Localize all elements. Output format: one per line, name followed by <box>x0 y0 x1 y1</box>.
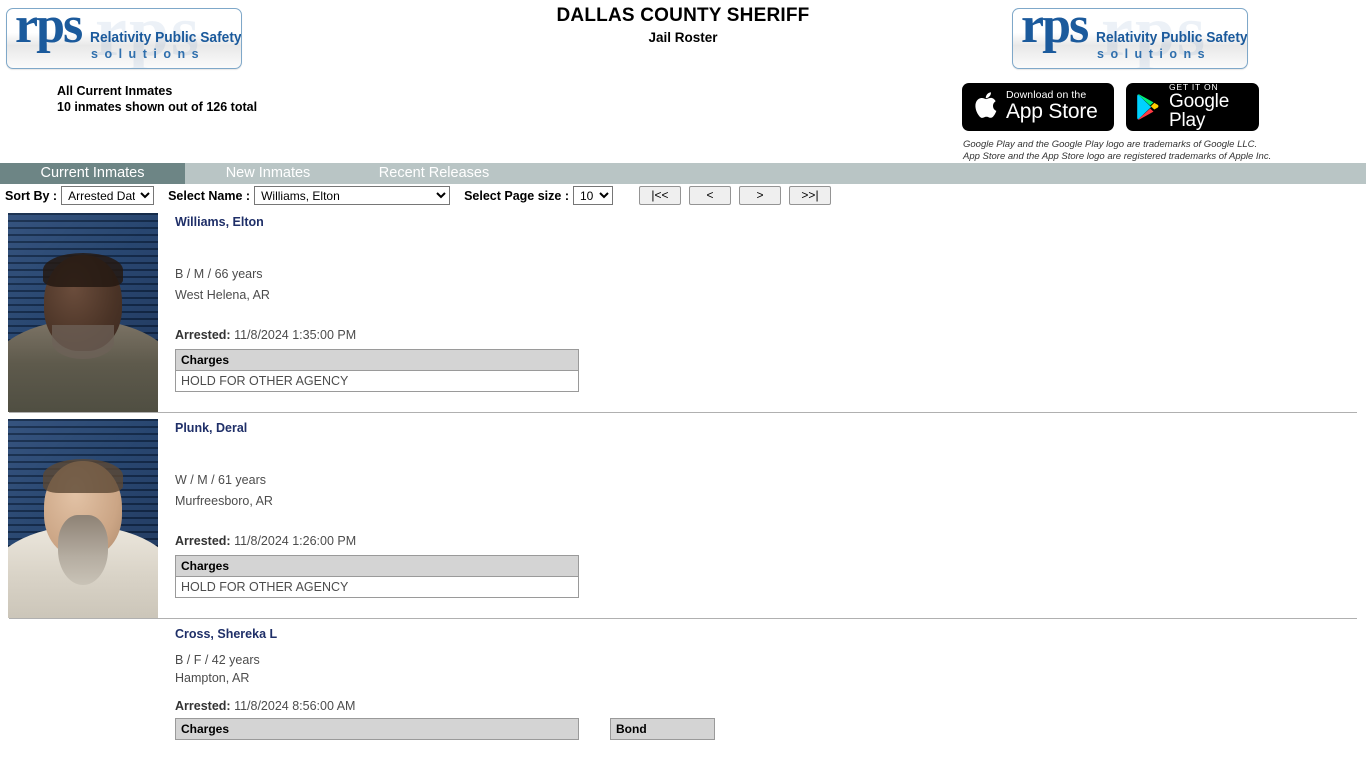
trademark-line-1: Google Play and the Google Play logo are… <box>963 139 1258 150</box>
inmate-record: Williams, Elton B / M / 66 years West He… <box>0 207 1366 412</box>
page-header: rps rps Relativity Public Safety solutio… <box>0 0 1366 163</box>
page-size-label: Select Page size : <box>464 188 569 203</box>
roster-controls: Sort By : Arrested Date Select Name : Wi… <box>0 184 1366 207</box>
next-page-button[interactable]: > <box>739 186 781 205</box>
rps-logo-right[interactable]: rps rps Relativity Public Safety solutio… <box>1012 8 1248 69</box>
select-name-label: Select Name : <box>168 188 251 203</box>
table-header-row: Charges <box>175 718 579 740</box>
arrested-value: 11/8/2024 8:56:00 AM <box>234 699 356 713</box>
charges-table: Charges <box>175 718 579 740</box>
roster-tab-bar: Current Inmates New Inmates Recent Relea… <box>0 163 1366 184</box>
last-page-button[interactable]: >>| <box>789 186 831 205</box>
inmate-name-link[interactable]: Williams, Elton <box>175 215 1366 229</box>
rps-tagline-secondary-left: solutions <box>91 47 206 61</box>
inmate-details: Cross, Shereka L B / F / 42 years Hampto… <box>158 619 1366 740</box>
count-line-1: All Current Inmates <box>57 84 173 98</box>
table-header-row: Charges <box>175 555 579 577</box>
bond-table: Bond <box>610 718 715 740</box>
app-store-badge-big: App Store <box>1006 100 1098 124</box>
inmate-arrested: Arrested: 11/8/2024 8:56:00 AM <box>175 699 1366 713</box>
google-play-badge[interactable]: GET IT ON Google Play <box>1126 83 1259 131</box>
tab-new-inmates[interactable]: New Inmates <box>185 163 351 184</box>
inmate-demographics: B / M / 66 years <box>175 267 263 281</box>
charges-header: Charges <box>175 555 579 577</box>
tab-recent-releases[interactable]: Recent Releases <box>351 163 517 184</box>
first-page-button[interactable]: |<< <box>639 186 681 205</box>
mugshot-hair <box>43 253 123 287</box>
inmate-city: Murfreesboro, AR <box>175 494 273 508</box>
google-play-badge-big: Google Play <box>1169 90 1230 131</box>
charge-cell: HOLD FOR OTHER AGENCY <box>175 370 579 392</box>
inmate-record: Plunk, Deral W / M / 61 years Murfreesbo… <box>0 413 1366 618</box>
sort-by-label: Sort By : <box>5 188 58 203</box>
inmate-city: West Helena, AR <box>175 288 270 302</box>
google-play-icon <box>1137 94 1159 120</box>
page-size-select[interactable]: 10 <box>573 186 613 205</box>
inmate-record: Cross, Shereka L B / F / 42 years Hampto… <box>0 619 1366 768</box>
inmate-mugshot-placeholder <box>8 625 158 768</box>
sort-by-select[interactable]: Arrested Date <box>61 186 155 205</box>
table-row: HOLD FOR OTHER AGENCY <box>175 576 579 598</box>
inmate-details: Williams, Elton B / M / 66 years West He… <box>158 207 1366 392</box>
mugshot-beard <box>58 515 108 585</box>
mugshot-beard <box>52 325 114 359</box>
app-store-badge[interactable]: Download on the App Store <box>962 83 1114 131</box>
arrested-value: 11/8/2024 1:26:00 PM <box>234 534 357 548</box>
inmate-name-link[interactable]: Plunk, Deral <box>175 421 1366 435</box>
inmate-arrested: Arrested: 11/8/2024 1:26:00 PM <box>175 534 1366 548</box>
inmate-demographics: B / F / 42 years <box>175 653 260 667</box>
inmate-name-link[interactable]: Cross, Shereka L <box>175 627 1366 641</box>
inmate-mugshot[interactable] <box>8 419 158 618</box>
inmate-mugshot[interactable] <box>8 213 158 412</box>
inmate-count-summary: All Current Inmates 10 inmates shown out… <box>57 83 257 115</box>
charges-table: Charges HOLD FOR OTHER AGENCY <box>175 349 579 392</box>
rps-tagline-secondary-right: solutions <box>1097 47 1212 61</box>
charges-header: Charges <box>175 349 579 371</box>
table-row: HOLD FOR OTHER AGENCY <box>175 370 579 392</box>
table-header-row: Charges <box>175 349 579 371</box>
rps-wordmark-right: rps <box>1021 8 1089 54</box>
apple-icon <box>975 92 997 118</box>
charge-cell: HOLD FOR OTHER AGENCY <box>175 576 579 598</box>
previous-page-button[interactable]: < <box>689 186 731 205</box>
count-line-2: 10 inmates shown out of 126 total <box>57 100 258 114</box>
trademark-line-2: App Store and the App Store logo are reg… <box>963 150 1272 162</box>
inmate-roster-list: Williams, Elton B / M / 66 years West He… <box>0 207 1366 768</box>
table-header-row: Bond <box>610 718 715 740</box>
arrested-value: 11/8/2024 1:35:00 PM <box>234 328 357 342</box>
arrested-label: Arrested: <box>175 534 231 548</box>
arrested-label: Arrested: <box>175 328 231 342</box>
rps-tagline-primary-right: Relativity Public Safety <box>1096 30 1248 46</box>
inmate-city: Hampton, AR <box>175 671 250 685</box>
inmate-details: Plunk, Deral W / M / 61 years Murfreesbo… <box>158 413 1366 598</box>
mugshot-hair <box>43 459 123 493</box>
inmate-tables: Charges HOLD FOR OTHER AGENCY <box>175 555 1366 598</box>
inmate-tables: Charges Bond <box>175 718 1366 740</box>
inmate-arrested: Arrested: 11/8/2024 1:35:00 PM <box>175 328 1366 342</box>
trademark-note: Google Play and the Google Play logo are… <box>963 139 1271 162</box>
charges-header: Charges <box>175 718 579 740</box>
select-name-dropdown[interactable]: Williams, Elton <box>254 186 451 205</box>
inmate-demographics: W / M / 61 years <box>175 473 266 487</box>
inmate-tables: Charges HOLD FOR OTHER AGENCY <box>175 349 1366 392</box>
bond-header: Bond <box>610 718 715 740</box>
charges-table: Charges HOLD FOR OTHER AGENCY <box>175 555 579 598</box>
arrested-label: Arrested: <box>175 699 231 713</box>
google-play-badge-text: GET IT ON Google Play <box>1169 83 1250 131</box>
app-store-badge-text: Download on the App Store <box>1006 90 1098 123</box>
tab-current-inmates[interactable]: Current Inmates <box>0 163 185 184</box>
